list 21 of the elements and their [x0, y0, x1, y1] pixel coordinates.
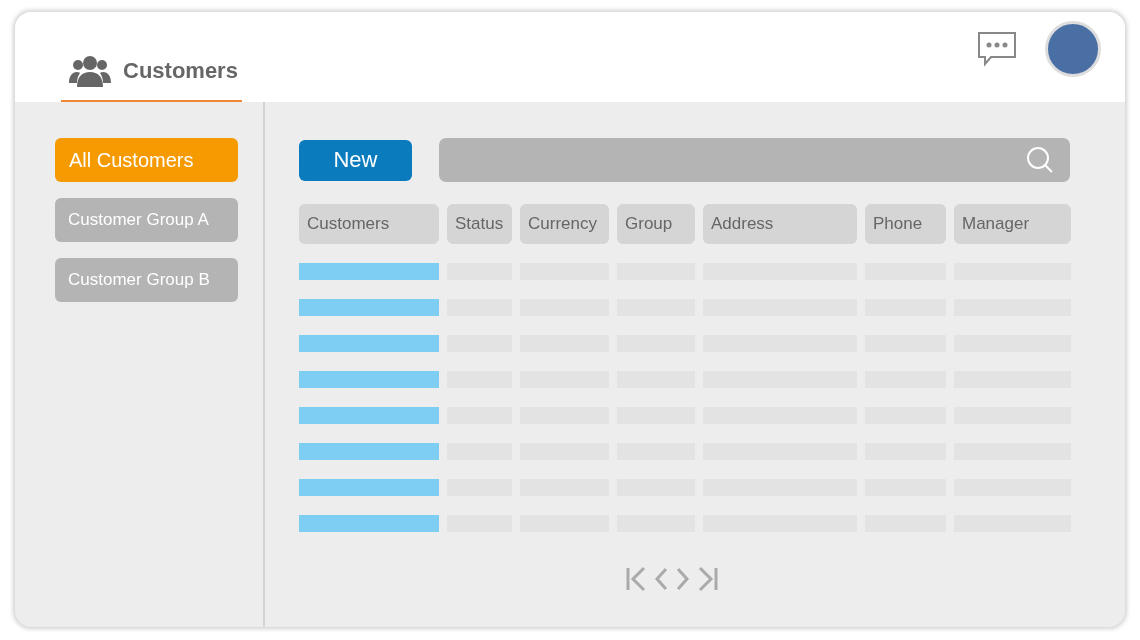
sidebar-item[interactable]: Customer Group B — [55, 258, 238, 302]
people-icon — [69, 55, 111, 87]
next-page-icon[interactable] — [675, 566, 691, 592]
first-page-icon[interactable] — [625, 566, 647, 592]
column-header[interactable]: Manager — [954, 204, 1071, 244]
column-header[interactable]: Group — [617, 204, 695, 244]
column-header[interactable]: Customers — [299, 204, 439, 244]
column-header[interactable]: Status — [447, 204, 512, 244]
last-page-icon[interactable] — [697, 566, 719, 592]
column-header[interactable]: Phone — [865, 204, 946, 244]
column-header[interactable]: Address — [703, 204, 857, 244]
column-header[interactable]: Currency — [520, 204, 609, 244]
avatar[interactable] — [1045, 21, 1101, 77]
search-field[interactable] — [439, 138, 1070, 182]
chat-icon[interactable] — [977, 31, 1017, 67]
search-icon — [1026, 146, 1054, 174]
sidebar-item[interactable]: Customer Group A — [55, 198, 238, 242]
previous-page-icon[interactable] — [653, 566, 669, 592]
new-button[interactable]: New — [299, 139, 412, 181]
sidebar-item[interactable]: All Customers — [55, 138, 238, 182]
customers-tab[interactable]: Customers — [61, 48, 242, 102]
